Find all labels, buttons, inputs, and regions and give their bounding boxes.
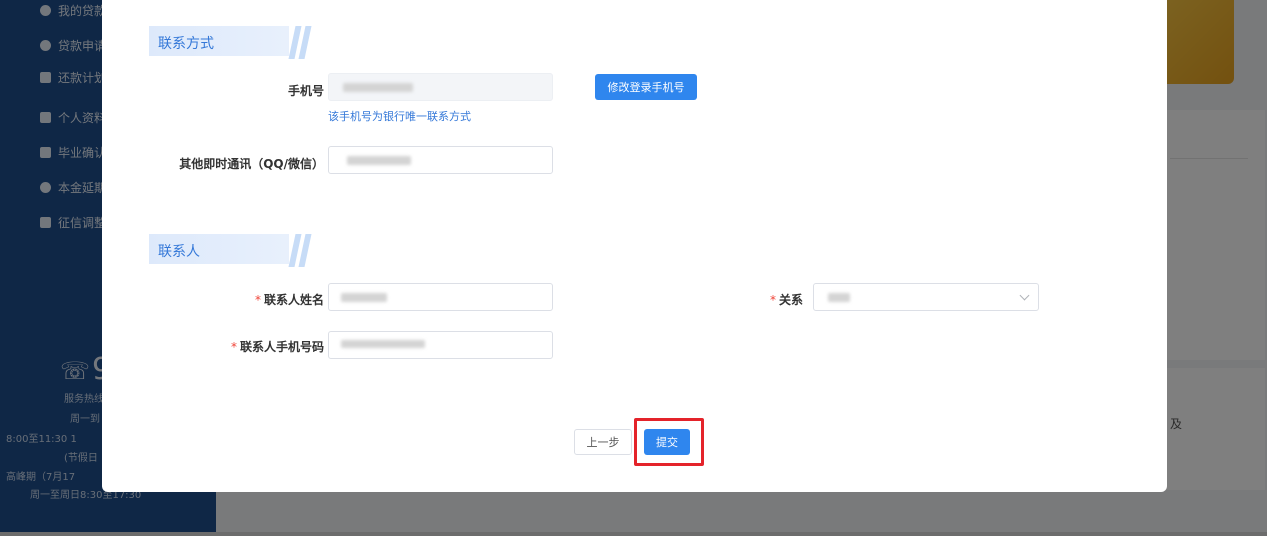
contact-name-label: * 联系人姓名 xyxy=(254,293,324,307)
section-header-contact-person: 联系人 xyxy=(149,234,312,267)
phone-hint: 该手机号为银行唯一联系方式 xyxy=(328,110,471,123)
required-mark: * xyxy=(230,340,237,354)
contact-info-dialog: 联系方式 手机号 修改登录手机号 该手机号为银行唯一联系方式 其他即时通讯（QQ… xyxy=(102,0,1167,492)
masked-value xyxy=(828,293,850,302)
highlight-box xyxy=(634,418,704,466)
im-label: 其他即时通讯（QQ/微信） xyxy=(179,157,324,171)
section-title: 联系人 xyxy=(158,244,200,260)
im-input[interactable] xyxy=(328,146,553,174)
contact-name-input[interactable] xyxy=(328,283,553,311)
masked-value xyxy=(341,340,425,348)
required-mark: * xyxy=(769,293,776,307)
masked-value xyxy=(341,293,387,302)
section-header-contact: 联系方式 xyxy=(149,26,312,59)
section-title: 联系方式 xyxy=(158,36,214,52)
required-mark: * xyxy=(254,293,261,307)
chevron-down-icon xyxy=(1019,290,1030,301)
masked-value xyxy=(343,83,413,92)
masked-value xyxy=(347,156,411,165)
phone-field xyxy=(328,73,553,101)
contact-phone-label: * 联系人手机号码 xyxy=(230,340,324,354)
change-phone-button[interactable]: 修改登录手机号 xyxy=(595,74,697,100)
prev-step-button[interactable]: 上一步 xyxy=(574,429,632,455)
relation-select[interactable] xyxy=(813,283,1039,311)
relation-label: * 关系 xyxy=(769,293,803,307)
phone-label: 手机号 xyxy=(287,84,324,98)
contact-phone-input[interactable] xyxy=(328,331,553,359)
